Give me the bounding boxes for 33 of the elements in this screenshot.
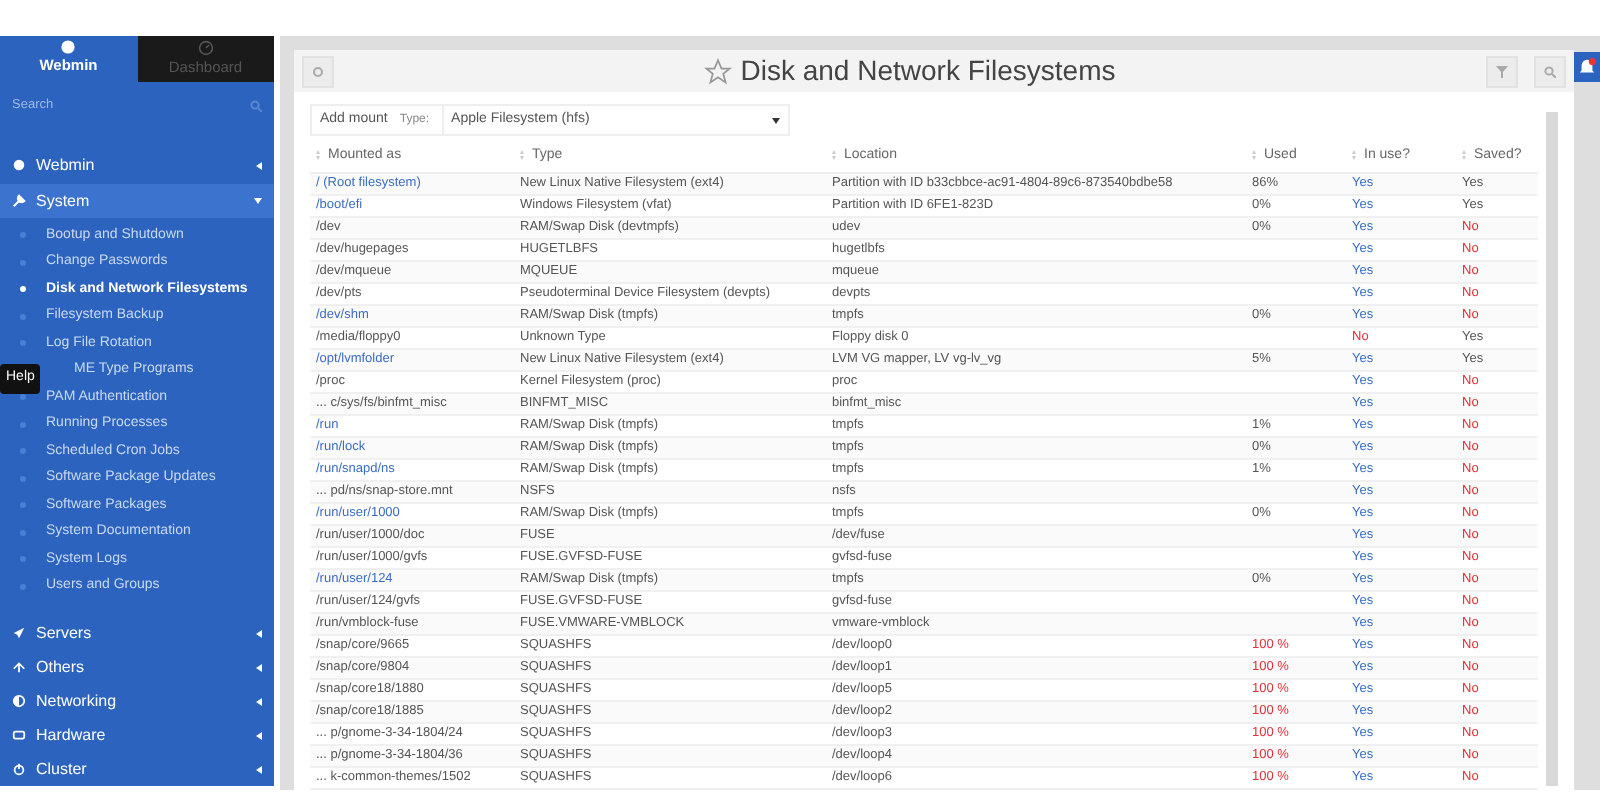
caret-left-icon <box>256 697 262 705</box>
sidebar-section[interactable]: Others <box>0 650 274 684</box>
settings-button[interactable] <box>302 55 334 87</box>
sidebar-section[interactable]: Cluster <box>0 752 274 786</box>
caret-icon <box>772 117 780 123</box>
filter-button[interactable] <box>1486 55 1518 87</box>
sidebar-section[interactable]: Networking <box>0 684 274 718</box>
half-circle-icon <box>12 694 26 708</box>
star-icon[interactable] <box>704 57 733 85</box>
sidebar-section[interactable]: Hardware <box>0 718 274 752</box>
notification-button[interactable] <box>1574 52 1600 82</box>
caret-left-icon <box>256 663 262 671</box>
search-icon <box>1544 65 1556 77</box>
power-icon <box>12 762 26 776</box>
gauge-icon <box>12 158 26 172</box>
caret-left-icon <box>256 629 262 637</box>
caret-left-icon <box>256 731 262 739</box>
scrollbar[interactable] <box>1546 112 1558 785</box>
sidebar-section[interactable]: System <box>0 184 274 218</box>
drive-icon <box>12 728 26 742</box>
bell-icon <box>1578 58 1596 76</box>
caret-left-icon <box>256 161 262 169</box>
gauge-icon <box>197 39 214 56</box>
caret-down-icon <box>254 198 262 204</box>
page-title: Disk and Network Filesystems <box>740 52 1116 90</box>
paper-plane-icon <box>12 626 26 640</box>
gear-icon <box>312 65 324 77</box>
wrench-icon <box>12 194 26 208</box>
caret-left-icon <box>256 765 262 773</box>
filter-icon <box>1496 65 1508 77</box>
search-icon <box>250 99 262 112</box>
sidebar-section[interactable]: Servers <box>0 616 274 650</box>
sidebar-section[interactable]: Webmin <box>0 148 274 182</box>
